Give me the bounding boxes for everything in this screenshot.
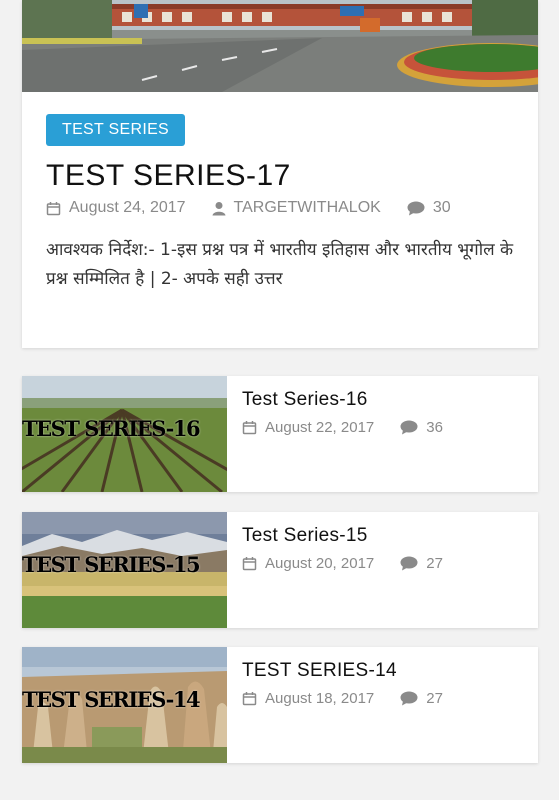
- user-icon: [212, 201, 226, 215]
- featured-post-title[interactable]: TEST SERIES-17: [46, 158, 291, 194]
- comment-bubble-icon: [407, 201, 425, 215]
- post-comments-count[interactable]: 36: [426, 419, 443, 436]
- post-thumbnail[interactable]: TEST SERIES-14: [22, 647, 227, 763]
- post-meta: August 20, 2017 27: [242, 553, 443, 573]
- blog-page: TEST SERIES TEST SERIES-17 August 24, 20…: [0, 0, 559, 800]
- category-badge[interactable]: TEST SERIES: [46, 114, 186, 146]
- post-comments-count[interactable]: 27: [426, 690, 443, 707]
- post-title[interactable]: Test Series-16: [242, 388, 368, 412]
- post-date: August 22, 2017: [242, 419, 374, 436]
- post-card: TEST SERIES-14 TEST SERIES-14 August 18,…: [22, 647, 538, 763]
- featured-post-card: TEST SERIES TEST SERIES-17 August 24, 20…: [22, 0, 538, 348]
- post-meta: August 22, 2017 36: [242, 417, 443, 437]
- post-card: TEST SERIES-15 Test Series-15 August 20,…: [22, 512, 538, 628]
- featured-post-excerpt: आवश्यक निर्देश:- 1-इस प्रश्न पत्र में भा…: [46, 240, 514, 289]
- featured-post-meta: August 24, 2017 TARGETWITHALOK 30: [46, 197, 451, 219]
- post-comments-count[interactable]: 27: [426, 555, 443, 572]
- calendar-icon: [46, 201, 61, 215]
- post-date: August 20, 2017: [242, 555, 374, 572]
- post-date-text[interactable]: August 18, 2017: [265, 690, 374, 707]
- post-date-text[interactable]: August 20, 2017: [265, 555, 374, 572]
- thumbnail-caption: TEST SERIES-14: [22, 687, 201, 712]
- calendar-icon: [242, 691, 257, 705]
- post-author-text[interactable]: TARGETWITHALOK: [234, 199, 381, 217]
- calendar-icon: [242, 420, 257, 434]
- post-comments: 36: [400, 419, 443, 436]
- thumbnail-caption: TEST SERIES-15: [22, 552, 201, 577]
- post-comments: 30: [407, 199, 451, 217]
- comment-bubble-icon: [400, 420, 418, 434]
- post-comments: 27: [400, 555, 443, 572]
- featured-post-image[interactable]: [22, 0, 538, 92]
- post-title[interactable]: Test Series-15: [242, 524, 368, 548]
- post-date-text[interactable]: August 22, 2017: [265, 419, 374, 436]
- post-date-text[interactable]: August 24, 2017: [69, 199, 186, 217]
- post-meta: August 18, 2017 27: [242, 688, 443, 708]
- post-date: August 18, 2017: [242, 690, 374, 707]
- comment-bubble-icon: [400, 691, 418, 705]
- post-title[interactable]: TEST SERIES-14: [242, 659, 397, 683]
- comment-bubble-icon: [400, 556, 418, 570]
- post-date: August 24, 2017: [46, 199, 186, 217]
- post-author: TARGETWITHALOK: [212, 199, 381, 217]
- post-card: TEST SERIES-16 Test Series-16 August 22,…: [22, 376, 538, 492]
- post-thumbnail[interactable]: TEST SERIES-16: [22, 376, 227, 492]
- post-thumbnail[interactable]: TEST SERIES-15: [22, 512, 227, 628]
- calendar-icon: [242, 556, 257, 570]
- post-comments: 27: [400, 690, 443, 707]
- thumbnail-caption: TEST SERIES-16: [22, 416, 201, 441]
- post-comments-count[interactable]: 30: [433, 199, 451, 217]
